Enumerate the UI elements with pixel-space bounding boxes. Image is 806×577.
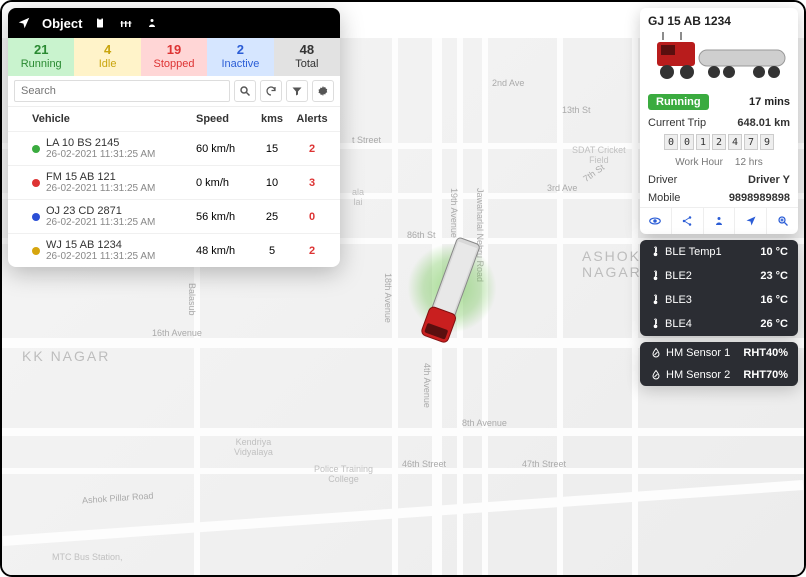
- work-hour-row: Work Hour 12 hrs: [640, 154, 798, 171]
- col-vehicle: Vehicle: [16, 113, 196, 125]
- vehicle-marker[interactable]: [422, 228, 482, 353]
- vehicle-card: GJ 15 AB 1234 Running 17 mins Curre: [640, 8, 798, 234]
- arrow-icon[interactable]: [16, 15, 32, 31]
- search-input[interactable]: [14, 80, 230, 102]
- table-header: Vehicle Speed kms Alerts: [8, 107, 340, 131]
- mobile-row: Mobile 9898989898: [640, 189, 798, 207]
- road-label: 8th Avenue: [462, 418, 507, 428]
- fence-icon[interactable]: [118, 15, 134, 31]
- temperature-card: BLE Temp110 °CBLE223 °CBLE316 °CBLE426 °…: [640, 240, 798, 336]
- odometer-digit: 2: [712, 134, 726, 150]
- status-duration: 17 mins: [749, 96, 790, 108]
- action-icon-row: [640, 207, 798, 234]
- view-icon[interactable]: [640, 208, 672, 234]
- status-summary: 21Running4Idle19Stopped2Inactive48Total: [8, 38, 340, 76]
- clipboard-icon[interactable]: [92, 15, 108, 31]
- road-label: Balasub: [187, 283, 197, 316]
- status-total[interactable]: 48Total: [274, 38, 340, 76]
- vehicle-image: [640, 30, 798, 90]
- road-label: 2nd Ave: [492, 78, 524, 88]
- odometer: 0012479: [640, 132, 798, 154]
- panel-header: Object: [8, 8, 340, 38]
- odometer-digit: 0: [664, 134, 678, 150]
- driver-value: Driver Y: [748, 174, 790, 186]
- driver-icon[interactable]: [704, 208, 736, 234]
- info-panel: GJ 15 AB 1234 Running 17 mins Curre: [640, 8, 798, 386]
- road-label: 18th Avenue: [383, 273, 393, 323]
- vehicle-row[interactable]: WJ 15 AB 123426-02-2021 11:31:25 AM48 km…: [8, 233, 340, 267]
- col-kms: kms: [252, 113, 292, 125]
- settings-button[interactable]: [312, 80, 334, 102]
- refresh-button[interactable]: [260, 80, 282, 102]
- mobile-value: 9898989898: [729, 192, 790, 204]
- trip-label: Current Trip: [648, 117, 706, 129]
- humidity-row: HM Sensor 2RHT70%: [640, 364, 798, 386]
- trip-row: Current Trip 648.01 km: [640, 114, 798, 132]
- road-label: 4th Avenue: [422, 363, 432, 408]
- mobile-label: Mobile: [648, 192, 680, 204]
- vehicle-row[interactable]: FM 15 AB 12126-02-2021 11:31:25 AM0 km/h…: [8, 165, 340, 199]
- odometer-digit: 0: [680, 134, 694, 150]
- vehicle-row[interactable]: OJ 23 CD 287126-02-2021 11:31:25 AM56 km…: [8, 199, 340, 233]
- col-speed: Speed: [196, 113, 252, 125]
- poi-label: Kendriya Vidyalaya: [234, 438, 273, 458]
- driver-row: Driver Driver Y: [640, 171, 798, 189]
- poi-label: ala lai: [352, 188, 364, 208]
- poi-label: MTC Bus Station,: [52, 553, 123, 563]
- work-hour-label: Work Hour: [675, 157, 723, 168]
- temp-row: BLE316 °C: [640, 288, 798, 312]
- poi-label: SDAT Cricket Field: [572, 146, 626, 166]
- area-label-ashok: ASHOK NAGAR: [582, 248, 642, 280]
- object-panel: Object 21Running4Idle19Stopped2Inactive4…: [8, 8, 340, 267]
- road-label: 47th Street: [522, 459, 566, 469]
- status-inactive[interactable]: 2Inactive: [207, 38, 273, 76]
- odometer-digit: 4: [728, 134, 742, 150]
- road-label: 16th Avenue: [152, 328, 202, 338]
- col-alerts: Alerts: [292, 113, 332, 125]
- temp-row: BLE426 °C: [640, 312, 798, 336]
- trip-value: 648.01 km: [737, 117, 790, 129]
- road-label: t Street: [352, 135, 381, 145]
- status-running[interactable]: 21Running: [8, 38, 74, 76]
- panel-title: Object: [42, 16, 82, 31]
- search-row: [8, 76, 340, 107]
- humidity-row: HM Sensor 1RHT40%: [640, 342, 798, 364]
- search-button[interactable]: [234, 80, 256, 102]
- odometer-digit: 7: [744, 134, 758, 150]
- area-label-kknagar: KK NAGAR: [22, 348, 110, 364]
- road-label: 46th Street: [402, 459, 446, 469]
- work-hour-value: 12 hrs: [735, 157, 763, 168]
- road-label: 3rd Ave: [547, 183, 577, 193]
- status-stopped[interactable]: 19Stopped: [141, 38, 207, 76]
- status-line: Running 17 mins: [640, 90, 798, 114]
- person-pin-icon[interactable]: [144, 15, 160, 31]
- share-icon[interactable]: [672, 208, 704, 234]
- app-window: KK NAGAR ASHOK NAGAR Ashok Pillar Road 1…: [0, 0, 806, 577]
- humidity-card: HM Sensor 1RHT40%HM Sensor 2RHT70%: [640, 342, 798, 386]
- navigate-icon[interactable]: [735, 208, 767, 234]
- vehicle-row[interactable]: LA 10 BS 214526-02-2021 11:31:25 AM60 km…: [8, 131, 340, 165]
- status-idle[interactable]: 4Idle: [74, 38, 140, 76]
- zoom-icon[interactable]: [767, 208, 798, 234]
- filter-button[interactable]: [286, 80, 308, 102]
- odometer-digit: 1: [696, 134, 710, 150]
- vehicle-list: LA 10 BS 214526-02-2021 11:31:25 AM60 km…: [8, 131, 340, 267]
- driver-label: Driver: [648, 174, 677, 186]
- road-label: 13th St: [562, 105, 591, 115]
- temp-row: BLE223 °C: [640, 264, 798, 288]
- vehicle-id: GJ 15 AB 1234: [640, 8, 798, 30]
- road-label: Ashok Pillar Road: [82, 491, 154, 506]
- poi-label: Police Training College: [314, 465, 373, 485]
- odometer-digit: 9: [760, 134, 774, 150]
- status-badge: Running: [648, 94, 709, 110]
- temp-row: BLE Temp110 °C: [640, 240, 798, 264]
